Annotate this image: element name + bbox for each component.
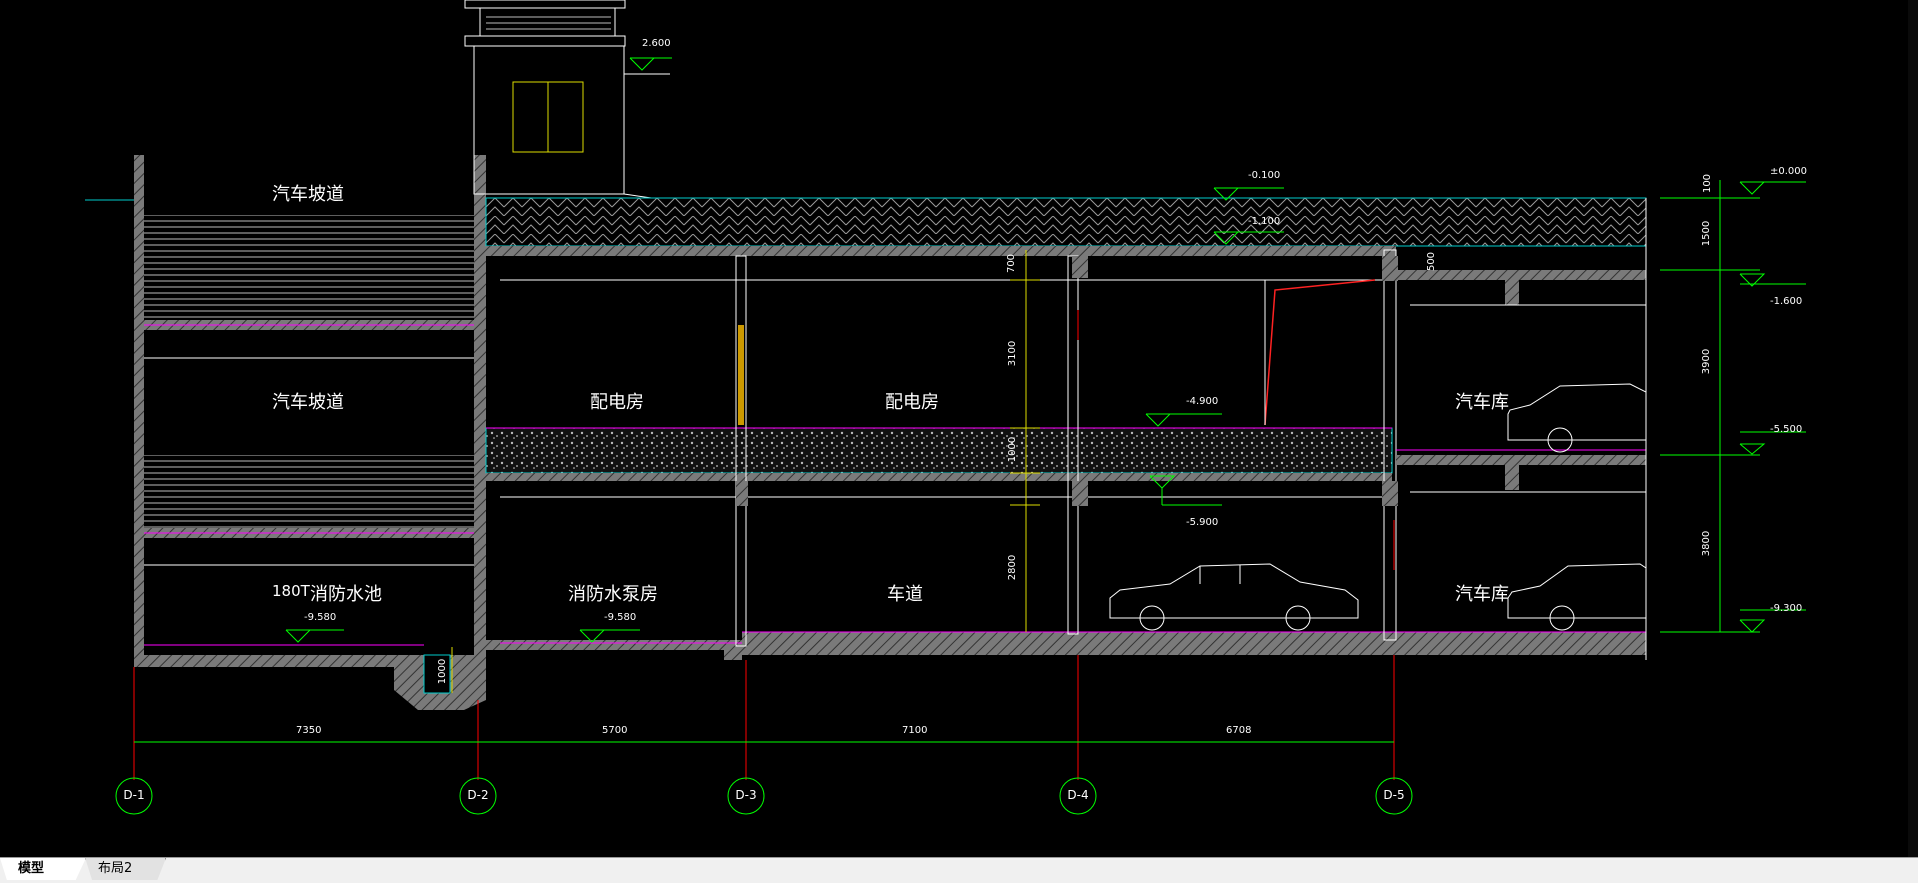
roof-kiosk [464,0,670,201]
label-garage-lower: 汽车库 [1455,584,1509,605]
label-distribution-room-2: 配电房 [885,392,939,413]
drawing-canvas[interactable]: 汽车坡道 汽车坡道 180T 消防水池 配电房 配电房 汽车库 消防水泵房 车道… [0,0,1918,857]
car-drawing-upper [1507,383,1647,453]
sump-dim: 1000 [437,658,449,685]
rdim-1500: 1500 [1701,220,1713,247]
axis-label-d5: D-5 [1383,788,1405,802]
vdim-3100: 3100 [1007,340,1019,367]
label-ramp-top: 汽车坡道 [272,184,344,205]
elev-minus-0-100: -0.100 [1248,170,1281,181]
car-drawing-lower [1109,563,1359,631]
elev-right-1-600: -1.600 [1770,296,1803,307]
ramp-block [85,155,486,710]
rdim-100: 100 [1702,173,1714,194]
elev-roof: 2.600 [642,38,671,49]
axis-label-d1: D-1 [123,788,145,802]
layout-tab-bar: 模型 布局2 [0,857,1918,883]
span-dim-4: 6708 [1226,725,1252,736]
elev-right-0: ±0.000 [1770,166,1808,177]
tab-model[interactable]: 模型 [0,858,86,880]
rdim-3800: 3800 [1701,530,1713,557]
beam-dim: 500 [1426,251,1438,272]
elev-right-5-500: -5.500 [1770,424,1803,435]
label-garage-upper: 汽车库 [1455,392,1509,413]
section-drawing [85,0,1806,815]
soil-cover [485,197,1647,247]
label-driveway: 车道 [887,584,923,605]
elevation-markers [285,57,1806,643]
span-dim-2: 5700 [602,725,628,736]
axis-label-d4: D-4 [1067,788,1089,802]
elev-right-9-300: -9.300 [1770,603,1803,614]
label-pump-room: 消防水泵房 [568,584,658,605]
label-ramp-mid: 汽车坡道 [272,392,344,413]
vdim-700: 700 [1006,253,1018,274]
label-pool-capacity: 180T [272,582,310,600]
vertical-scrollbar[interactable] [1908,0,1918,857]
span-dim-1: 7350 [296,725,322,736]
elev-pump-floor: -9.580 [604,612,637,623]
grid-axis-bubbles [115,777,1413,815]
elev-minus-4-900: -4.900 [1186,396,1219,407]
vdim-2800: 2800 [1007,554,1019,581]
axis-lines [133,310,1395,780]
axis-label-d2: D-2 [467,788,489,802]
elev-minus-5-900: -5.900 [1186,517,1219,528]
vdim-1000: 1000 [1007,436,1019,463]
car-drawing-right-lower [1507,563,1647,631]
rdim-3900: 3900 [1701,348,1713,375]
axis-label-d3: D-3 [735,788,757,802]
elev-minus-1-100: -1.100 [1248,216,1281,227]
label-distribution-room-1: 配电房 [590,392,644,413]
tab-layout2[interactable]: 布局2 [85,858,166,880]
right-dimension-chain [1660,180,1760,633]
label-pool: 消防水池 [310,584,382,605]
span-dim-3: 7100 [902,725,928,736]
elev-pool-floor: -9.580 [304,612,337,623]
